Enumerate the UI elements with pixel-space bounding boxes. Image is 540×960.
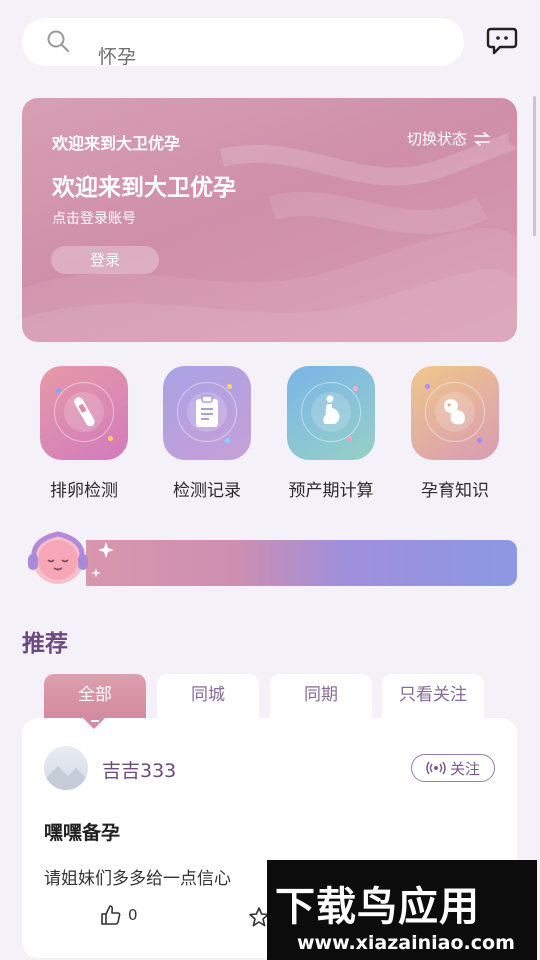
promo-strip[interactable]: [86, 540, 517, 586]
feature-label: 排卵检测: [50, 481, 118, 501]
broadcast-icon: [426, 761, 446, 775]
search-bar[interactable]: 怀孕: [22, 18, 464, 69]
swap-arrows-icon: [473, 131, 491, 146]
pregnant-woman-icon: [323, 395, 340, 424]
switch-status-button[interactable]: 切换状态: [407, 128, 491, 149]
tab-same-city[interactable]: 同城: [157, 674, 259, 718]
feature-ovulation-test[interactable]: 排卵检测: [39, 366, 129, 501]
login-button[interactable]: 登录: [51, 246, 159, 274]
feature-test-records[interactable]: 检测记录: [162, 366, 252, 501]
banner-title: 欢迎来到大卫优孕: [52, 175, 236, 201]
scrollbar[interactable]: [533, 96, 536, 236]
tab-following-only[interactable]: 只看关注: [382, 674, 484, 718]
banner-small-title: 欢迎来到大卫优孕: [52, 134, 181, 153]
follow-button[interactable]: 关注: [411, 754, 495, 782]
feature-label: 孕育知识: [421, 481, 489, 501]
feature-tile: [287, 366, 375, 460]
chat-bubble-icon[interactable]: [486, 26, 518, 56]
avatar-image-icon: [44, 766, 88, 790]
switch-status-label: 切换状态: [406, 130, 467, 148]
tab-all[interactable]: 全部: [44, 674, 146, 718]
ovulation-test-icon: [74, 397, 95, 427]
thumbs-up-icon: [101, 905, 121, 925]
active-tab-indicator: [91, 720, 99, 722]
fetus-icon: [444, 399, 465, 425]
feature-pregnancy-knowledge[interactable]: 孕育知识: [410, 366, 500, 501]
like-button[interactable]: 0: [100, 904, 138, 926]
feature-tile: [411, 366, 499, 460]
feature-label: 预产期计算: [288, 481, 374, 501]
feature-label: 检测记录: [173, 481, 241, 501]
avatar[interactable]: [44, 746, 88, 790]
watermark: 下载鸟应用 www.xiazainiao.com: [267, 860, 537, 960]
search-icon: [47, 30, 69, 52]
section-title: 推荐: [22, 631, 68, 657]
watermark-url: www.xiazainiao.com: [297, 932, 515, 954]
banner-subtitle: 点击登录账号: [52, 211, 136, 227]
feature-tile: [40, 366, 128, 460]
like-count: 0: [128, 906, 138, 924]
username[interactable]: 吉吉333: [102, 756, 176, 783]
active-tab-pointer: [82, 717, 106, 729]
feature-due-date-calculator[interactable]: 预产期计算: [286, 366, 376, 501]
feature-tile: [163, 366, 251, 460]
welcome-banner[interactable]: 欢迎来到大卫优孕 切换状态 欢迎来到大卫优孕 点击登录账号 登录: [22, 98, 517, 342]
search-input[interactable]: 怀孕: [98, 42, 136, 69]
post-body: 请姐妹们多多给一点信心: [44, 869, 231, 889]
post-title: 嘿嘿备孕: [44, 822, 121, 844]
follow-label: 关注: [449, 759, 480, 778]
mascot-icon: [28, 531, 114, 584]
tab-same-period[interactable]: 同期: [270, 674, 372, 718]
watermark-title: 下载鸟应用: [275, 884, 480, 930]
clipboard-icon: [196, 395, 218, 427]
